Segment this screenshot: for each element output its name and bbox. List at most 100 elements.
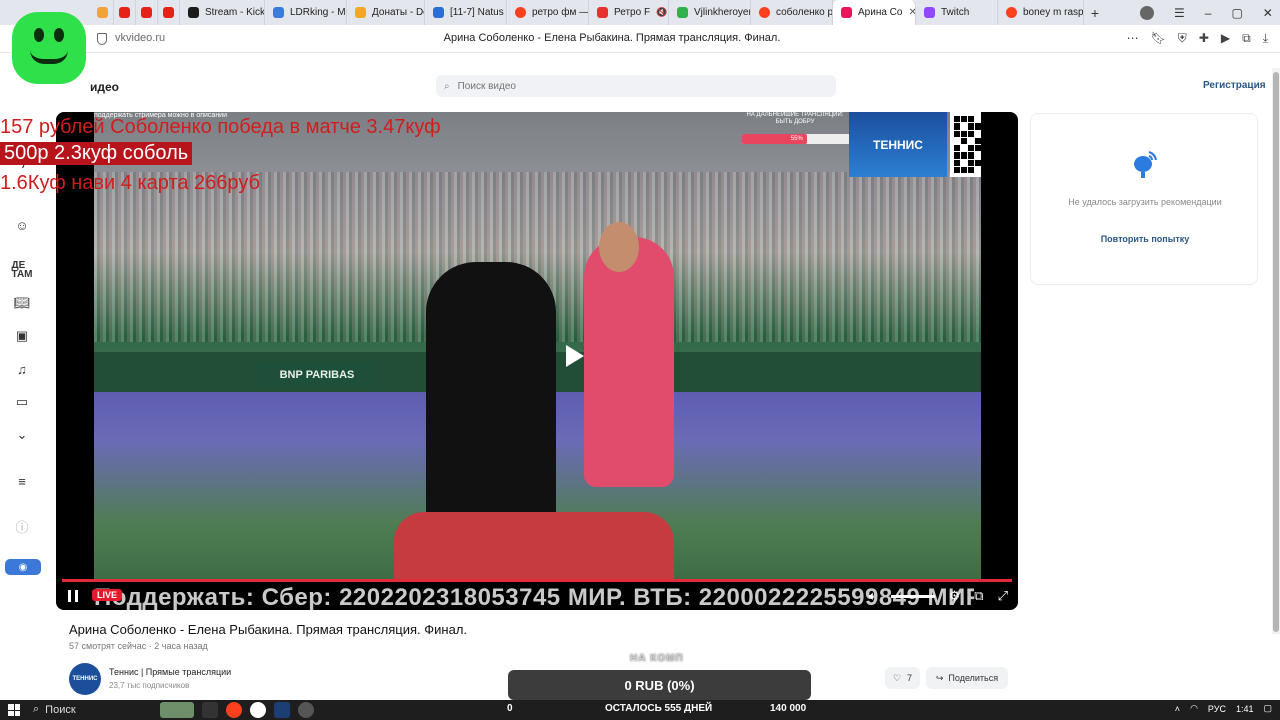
volume-icon[interactable]: 🔈︎ (869, 588, 877, 604)
donation-ticker: Поддержать: Сбер: 2202202318053745 МИР. … (94, 584, 974, 610)
like-button[interactable]: ♡ 7 (885, 667, 920, 689)
playlist-icon[interactable]: ≡ (13, 472, 31, 490)
collections-icon[interactable]: ⧉ (1242, 31, 1251, 46)
book-icon[interactable]: 📖︎ (13, 294, 31, 312)
app-icon[interactable] (298, 702, 314, 718)
tab-label: Stream - Kick (205, 7, 265, 18)
like-count: 7 (907, 673, 913, 683)
tab-pinned-1[interactable] (92, 0, 114, 25)
windows-start-icon[interactable] (8, 704, 20, 716)
profile-button[interactable]: ◉ (5, 559, 41, 575)
overlay-bet-line-3: 1.6Куф нави 4 карта 266руб (0, 172, 260, 194)
mute-icon[interactable]: 🔇 (656, 7, 667, 18)
tab-favicon (97, 7, 108, 18)
kids-section-icon[interactable]: ДЕ ТАМ (11, 261, 32, 280)
music-icon[interactable]: ♫ (13, 360, 31, 378)
yandex-icon (759, 7, 770, 18)
tab-vjlink[interactable]: Vjlinkheroyer (669, 0, 751, 25)
notification-icon[interactable]: ▢ (1263, 703, 1272, 714)
tab-favicon (597, 7, 608, 18)
tab-active-video[interactable]: Арина Со ✕ (833, 0, 916, 25)
channel-avatar[interactable]: ТЕННИС (69, 663, 101, 695)
browser-app-icon[interactable] (250, 702, 266, 718)
info-icon[interactable]: ⓘ (13, 517, 31, 535)
clips-icon[interactable]: ▣ (13, 327, 31, 345)
tab-natus[interactable]: [11-7] Natus (425, 0, 507, 25)
close-window-button[interactable]: ✕ (1263, 6, 1273, 20)
pause-icon[interactable] (68, 590, 78, 602)
tab-retro-fm[interactable]: Ретро F 🔇 (589, 0, 669, 25)
tab-pinned-3[interactable] (136, 0, 158, 25)
more-icon[interactable]: ⋯ (1127, 31, 1139, 46)
yandex-icon (1006, 7, 1017, 18)
tab-boney-m[interactable]: boney m rasp (998, 0, 1084, 25)
page-scrollbar[interactable] (1272, 68, 1280, 634)
widget-icon[interactable] (160, 702, 194, 718)
close-icon[interactable]: ✕ (908, 7, 915, 18)
tab-label: Twitch (941, 7, 970, 18)
video-title: Арина Соболенко - Елена Рыбакина. Прямая… (69, 622, 468, 637)
share-button[interactable]: ↪ Поделиться (926, 667, 1008, 689)
lang-indicator[interactable]: РУС (1208, 704, 1226, 714)
tennis-channel-logo: ТЕННИС (849, 112, 947, 177)
media-icon[interactable]: ▶ (1221, 31, 1230, 46)
tab-label: соболенко р (776, 7, 833, 18)
register-link[interactable]: Регистрация (1203, 80, 1266, 91)
settings-icon[interactable]: ⚙ (949, 588, 961, 604)
menu-icon[interactable]: ☰ (1174, 6, 1185, 20)
download-icon[interactable]: ⤓ (1263, 31, 1268, 46)
tab-pinned-2[interactable] (114, 0, 136, 25)
tab-sobolenko-search[interactable]: соболенко р (751, 0, 833, 25)
protect-icon[interactable]: ⛨ (1178, 31, 1187, 46)
tv-icon[interactable]: ▭ (13, 393, 31, 411)
video-bag (394, 512, 674, 580)
tab-twitch[interactable]: Twitch (916, 0, 998, 25)
new-tab-button[interactable]: + (1084, 5, 1106, 21)
streamer-logo (12, 12, 86, 84)
bookmark-icon[interactable]: 🔖︎ (1151, 31, 1166, 46)
tab-pinned-4[interactable] (158, 0, 180, 25)
tab-label: LDRking - Me (290, 7, 347, 18)
share-icon: ↪ (935, 672, 944, 683)
logo-eye (54, 28, 64, 42)
live-badge[interactable]: LIVE (92, 589, 123, 601)
share-label: Поделиться (948, 673, 999, 683)
tab-kick[interactable]: Stream - Kick (180, 0, 265, 25)
search-box[interactable]: ⌕ (436, 75, 836, 97)
recommendations-error: Не удалось загрузить рекомендации (1068, 197, 1222, 207)
chevron-up-icon[interactable]: ˄ (1175, 704, 1180, 714)
scroll-thumb[interactable] (1273, 72, 1279, 632)
kids-icon[interactable]: ☺ (13, 216, 31, 234)
tab-label: boney m rasp (1023, 7, 1084, 18)
restore-button[interactable]: ▢ (1231, 6, 1242, 20)
tab-retro-fm-search[interactable]: ретро фм — (507, 0, 589, 25)
tab-donations[interactable]: Донаты - Do (347, 0, 425, 25)
tab-ldrking[interactable]: LDRking - Me (265, 0, 347, 25)
volume-slider[interactable] (890, 594, 935, 598)
site-logo-text[interactable]: идео (90, 80, 119, 94)
profile-avatar[interactable] (1140, 5, 1154, 20)
pip-icon[interactable]: ⧉ (974, 588, 983, 604)
clock[interactable]: 1:41 (1236, 704, 1254, 714)
task-view-icon[interactable] (202, 702, 218, 718)
minimize-button[interactable]: – (1205, 6, 1212, 20)
tab-favicon (355, 7, 366, 18)
donation-goal-bar: 0 RUB (0%) (508, 670, 811, 700)
yandex-browser-icon[interactable] (226, 702, 242, 718)
steam-icon[interactable] (274, 702, 290, 718)
extensions-icon[interactable]: ✚ (1199, 31, 1209, 46)
donation-remaining: ОСТАЛОСЬ 555 ДНЕЙ (605, 703, 713, 714)
channel-name[interactable]: Теннис | Прямые трансляции (109, 667, 231, 677)
retry-link[interactable]: Повторить попытку (1031, 234, 1259, 244)
taskbar-search[interactable]: ⌕ Поиск (33, 703, 76, 716)
search-input[interactable] (457, 80, 818, 92)
wifi-icon[interactable]: ◠ (1190, 703, 1198, 714)
play-icon[interactable] (566, 345, 584, 367)
qr-code (950, 112, 981, 177)
tab-favicon (188, 7, 199, 18)
tab-label: Донаты - Do (372, 7, 425, 18)
window-controls: ☰ – ▢ ✕ (1140, 0, 1273, 25)
browser-tab-strip: Stream - Kick LDRking - Me Донаты - Do [… (0, 0, 1280, 25)
chevron-down-icon[interactable]: ⌄ (13, 426, 31, 444)
fullscreen-icon[interactable]: ⤢ (998, 588, 1008, 604)
